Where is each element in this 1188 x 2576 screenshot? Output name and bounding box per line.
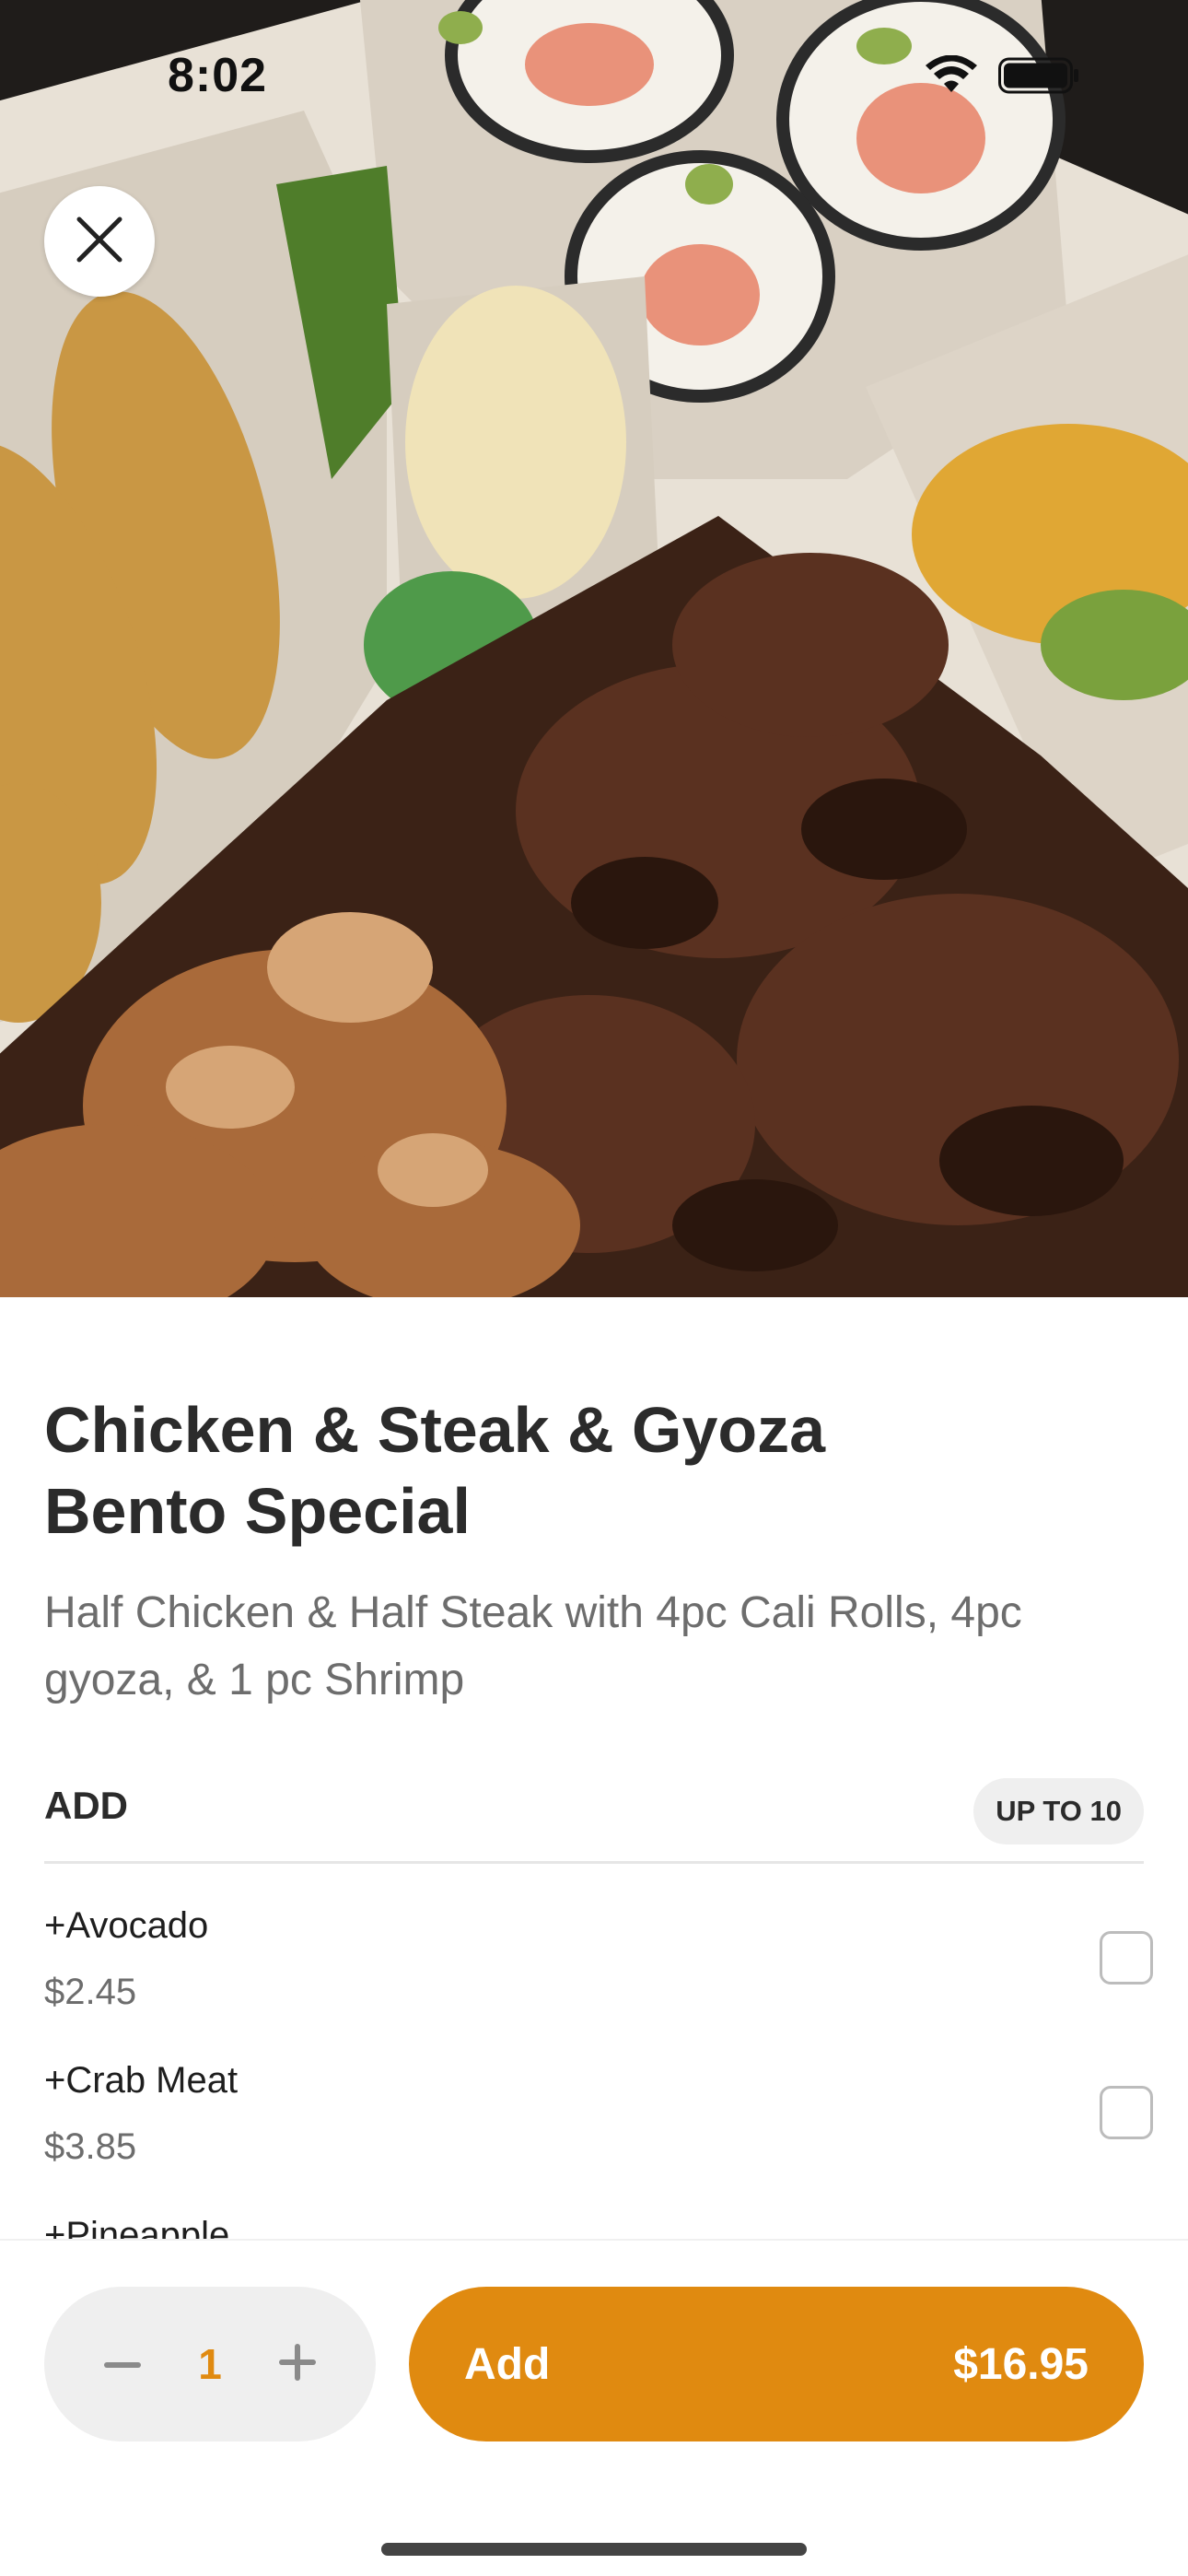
close-icon — [76, 216, 123, 268]
item-description: Half Chicken & Half Steak with 4pc Cali … — [44, 1588, 1022, 1704]
minus-icon — [104, 2356, 141, 2372]
item-detail-screen: 8:02 Chicken & Steak & Gyoza Bento Speci… — [0, 0, 1188, 2576]
option-row-avocado[interactable]: +Avocado $2.45 — [44, 1905, 1153, 2053]
option-price: $3.85 — [44, 2126, 137, 2167]
section-divider — [44, 1861, 1144, 1864]
home-indicator[interactable] — [381, 2543, 807, 2556]
limit-badge: UP TO 10 — [973, 1778, 1144, 1844]
add-button-label: Add — [464, 2339, 551, 2389]
status-time: 8:02 — [168, 49, 268, 102]
close-button[interactable] — [44, 186, 155, 297]
plus-icon — [279, 2343, 316, 2385]
decrease-quantity-button[interactable] — [72, 2287, 173, 2441]
increase-quantity-button[interactable] — [247, 2287, 348, 2441]
option-name: +Avocado — [44, 1905, 209, 1946]
option-checkbox-avocado[interactable] — [1100, 1931, 1153, 1985]
item-title: Chicken & Steak & Gyoza Bento Special — [44, 1394, 826, 1547]
item-photo — [0, 0, 1188, 1297]
bottom-action-bar: 1 Add $16.95 — [0, 2239, 1188, 2576]
add-section-label: ADD — [44, 1784, 128, 1827]
status-icons — [925, 54, 1079, 100]
add-button-price: $16.95 — [953, 2339, 1089, 2389]
quantity-value: 1 — [198, 2340, 222, 2388]
option-price: $2.45 — [44, 1972, 137, 2012]
option-row-crab-meat[interactable]: +Crab Meat $3.85 — [44, 2060, 1153, 2207]
wifi-icon — [925, 54, 978, 100]
option-name: +Crab Meat — [44, 2060, 239, 2101]
option-checkbox-crab-meat[interactable] — [1100, 2086, 1153, 2139]
battery-icon — [998, 56, 1079, 100]
quantity-stepper: 1 — [44, 2287, 376, 2441]
add-to-cart-button[interactable]: Add $16.95 — [409, 2287, 1144, 2441]
